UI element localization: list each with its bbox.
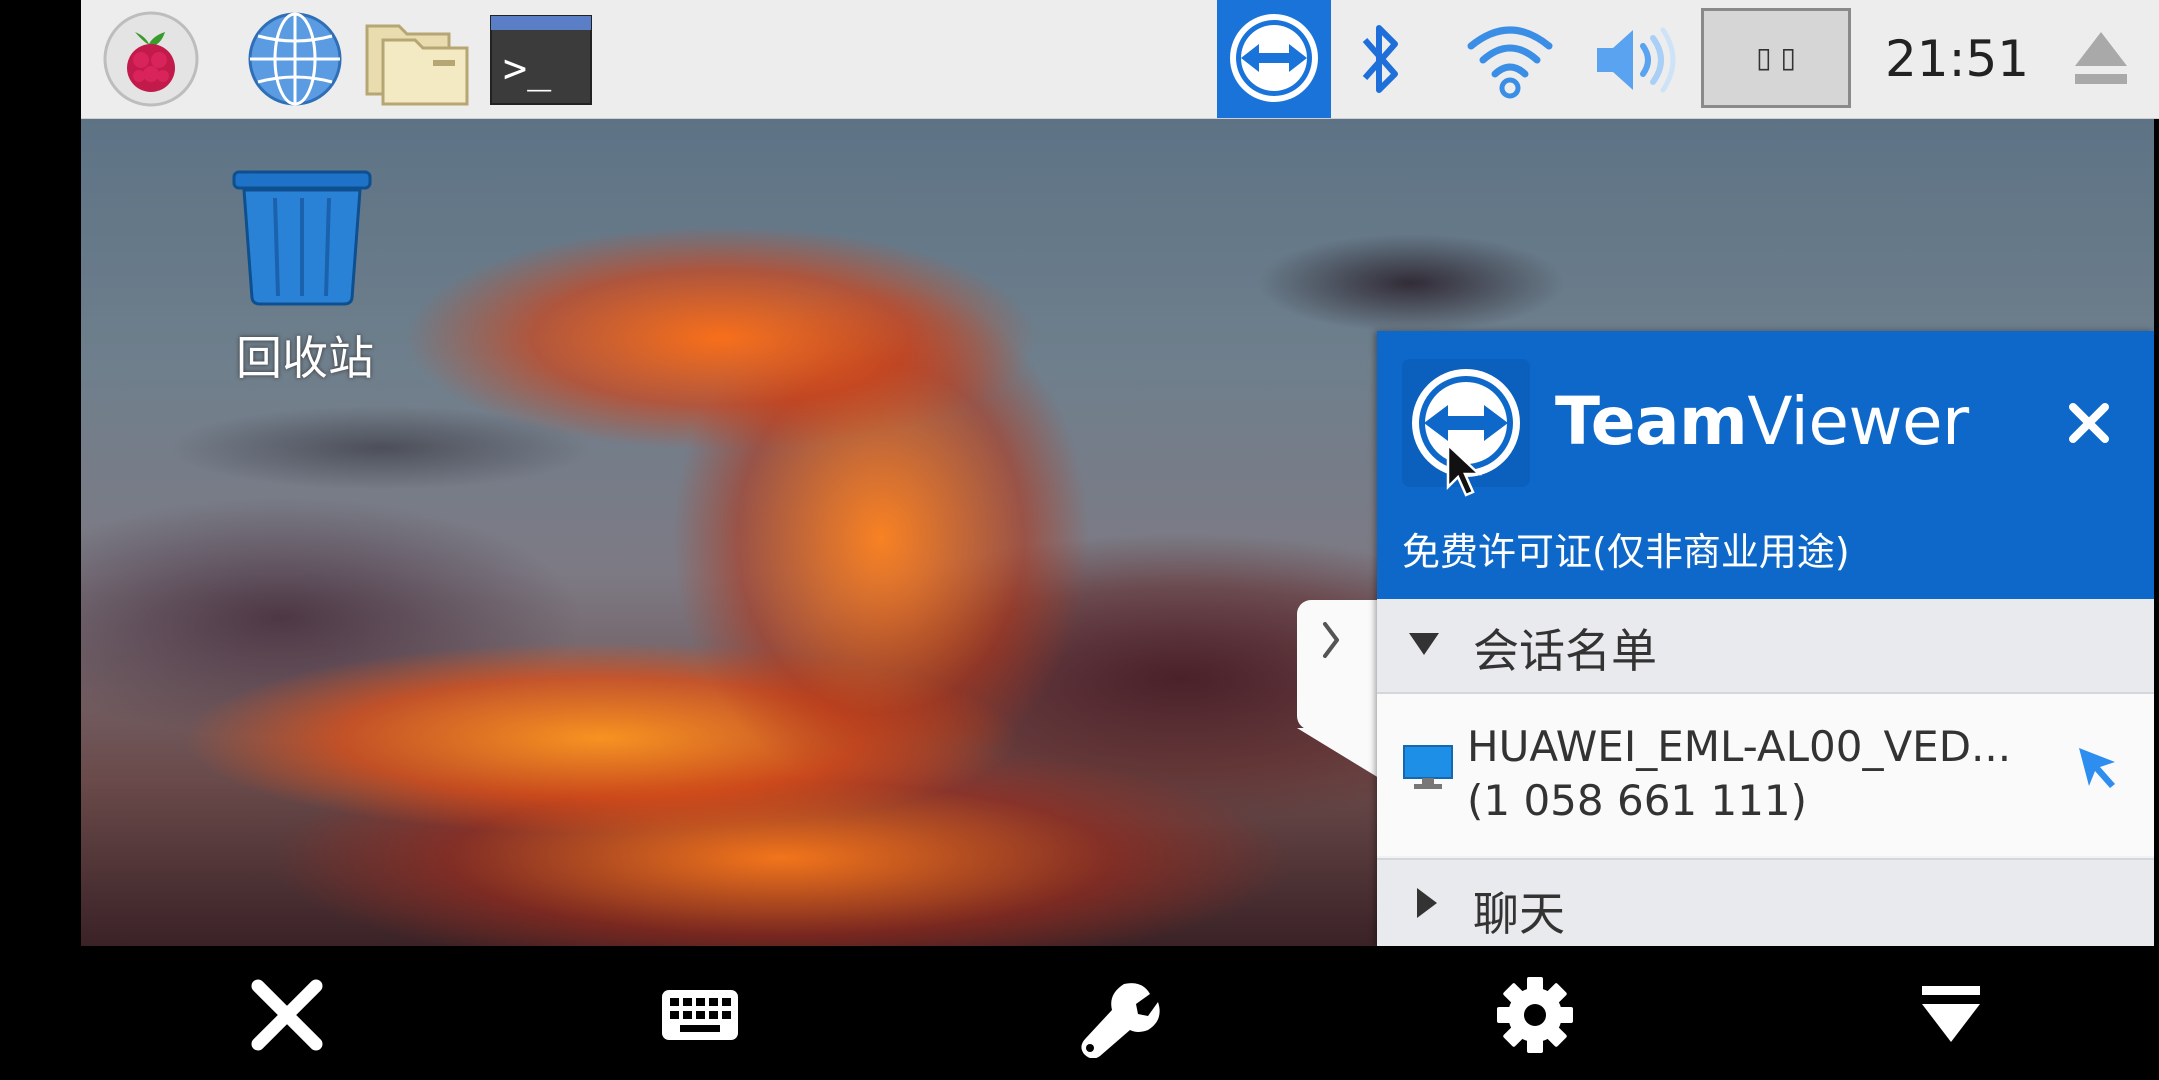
close-icon[interactable] (242, 972, 332, 1058)
volume-icon[interactable] (1591, 20, 1677, 100)
keyboard-icon[interactable] (658, 972, 742, 1058)
close-panel-button[interactable] (2059, 393, 2119, 453)
cpu-monitor-icon[interactable]: ▯ ▯ (1701, 8, 1851, 108)
monitor-icon (1403, 745, 1453, 789)
teamviewer-tab-tail (1297, 728, 1379, 778)
wrench-icon[interactable] (1072, 972, 1162, 1059)
trash-label: 回收站 (236, 331, 374, 385)
mouse-cursor-icon (1446, 443, 1482, 497)
teamviewer-expand-tab[interactable] (1297, 600, 1379, 730)
left-letterbox (0, 0, 81, 946)
teamviewer-title: TeamViewer (1555, 383, 1969, 460)
terminal-icon[interactable]: >_ (489, 10, 593, 108)
triangle-down-icon (1409, 633, 1439, 655)
title-regular: Viewer (1747, 383, 1969, 460)
session-list-item[interactable]: HUAWEI_EML-AL00_VED... (1 058 661 111) (1377, 694, 2154, 856)
chat-label: 聊天 (1473, 887, 1565, 941)
session-list-label: 会话名单 (1473, 624, 1657, 678)
session-name: HUAWEI_EML-AL00_VED... (1467, 722, 2012, 771)
clock[interactable]: 21:51 (1885, 0, 2029, 118)
top-taskbar: >_ ▯ ▯ 21:51 (81, 0, 2159, 119)
session-id: (1 058 661 111) (1467, 776, 1808, 825)
collapse-icon[interactable] (1906, 972, 1996, 1058)
wifi-icon[interactable] (1465, 18, 1555, 102)
title-bold: Team (1555, 383, 1748, 460)
trash-icon[interactable] (230, 168, 374, 312)
right-letterbox (2154, 0, 2159, 946)
bluetooth-icon[interactable] (1351, 14, 1411, 104)
teamviewer-panel: TeamViewer 免费许可证(仅非商业用途) 会话名单 HUAWEI_EML… (1377, 331, 2154, 946)
teamviewer-header: TeamViewer 免费许可证(仅非商业用途) (1377, 331, 2154, 599)
session-list-header[interactable]: 会话名单 (1377, 599, 2154, 694)
teamviewer-tray-icon[interactable] (1217, 0, 1331, 118)
svg-text:>_: >_ (503, 46, 552, 92)
settings-gear-icon[interactable] (1490, 972, 1580, 1058)
triangle-right-icon (1417, 888, 1437, 918)
eject-icon[interactable] (2071, 28, 2131, 88)
chat-section-header[interactable]: 聊天 (1377, 858, 2154, 946)
license-text: 免费许可证(仅非商业用途) (1402, 530, 1850, 574)
web-browser-icon[interactable] (243, 10, 347, 108)
remote-screen: 回收站 >_ ▯ ▯ 21:51 TeamViewer 免费许可证(仅非商业用途… (0, 0, 2159, 1080)
raspberry-pi-menu-icon[interactable] (99, 10, 203, 108)
remote-control-pointer-icon[interactable] (2075, 744, 2121, 790)
file-manager-icon[interactable] (363, 10, 473, 108)
